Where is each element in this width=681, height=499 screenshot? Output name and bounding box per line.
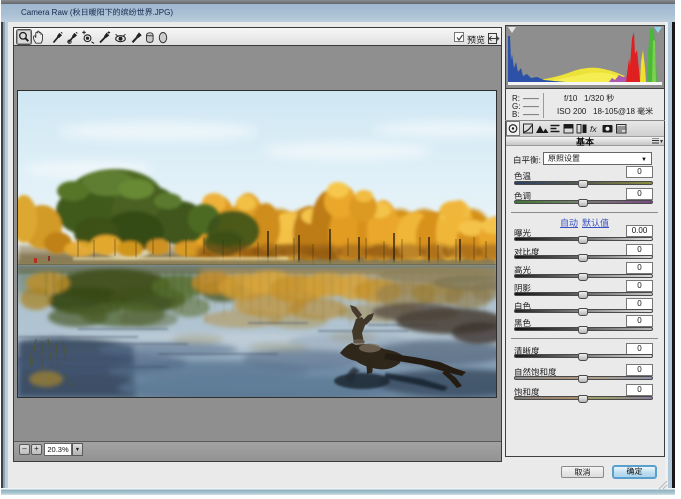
svg-text:fx: fx <box>590 124 597 134</box>
